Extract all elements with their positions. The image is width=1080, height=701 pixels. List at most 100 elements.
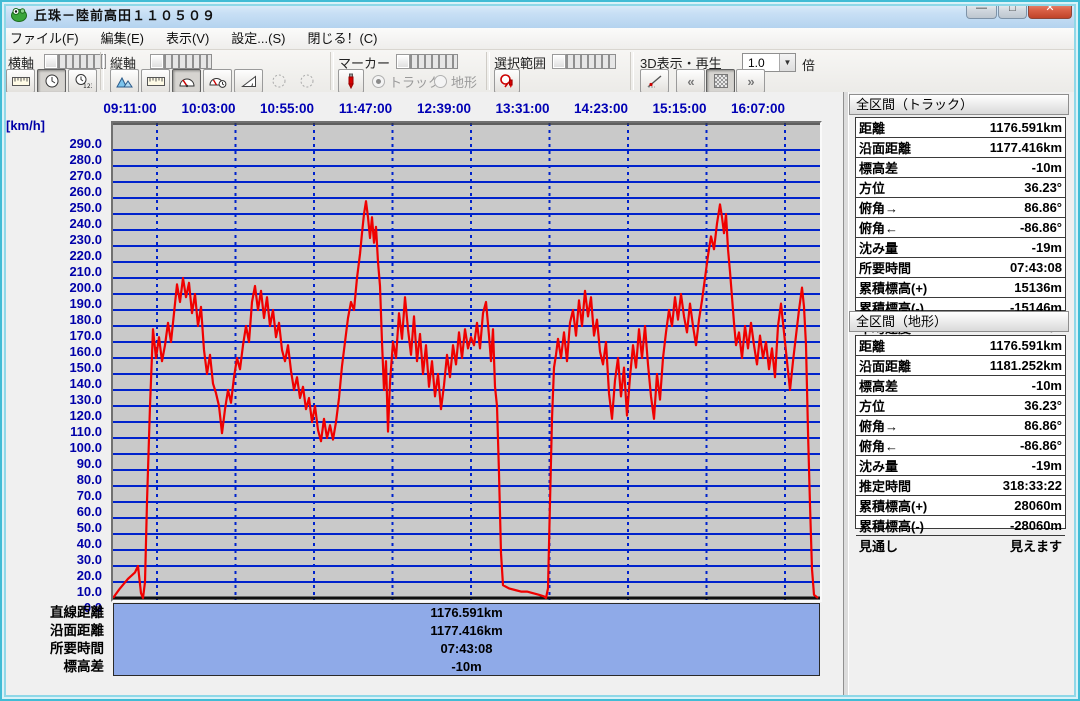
marker-info-label: 標高差 — [0, 658, 108, 676]
stats-value: -10m — [1032, 378, 1062, 393]
y-tick-label: 220.0 — [0, 248, 102, 264]
v-axis-distance-button[interactable] — [141, 69, 170, 93]
playback-speed-value: 1.0 — [743, 56, 779, 70]
dotted-disabled-icon — [299, 73, 315, 89]
stats-row: 標高差-10m — [856, 376, 1065, 396]
menu-item[interactable]: 閉じる！(C) — [307, 31, 377, 46]
menu-item[interactable]: 表示(V) — [166, 31, 209, 46]
speed-chart-frame — [111, 121, 822, 602]
h-axis-slider[interactable] — [44, 54, 106, 69]
toolbar-separator — [630, 52, 634, 90]
close-button[interactable]: ✕ — [1028, 0, 1072, 19]
selection-lasso-button[interactable] — [494, 69, 520, 93]
stats-label: 標高差 — [859, 158, 898, 177]
dropdown-arrow-icon[interactable]: ▼ — [779, 54, 795, 71]
y-tick-label: 140.0 — [0, 376, 102, 392]
dotted-disabled-icon — [271, 73, 287, 89]
stats-label: 距離 — [859, 118, 885, 137]
h-axis-slider-track[interactable] — [58, 54, 106, 69]
v-axis-speed-button[interactable] — [172, 69, 201, 93]
stats-row: 推定時間318:33:22 — [856, 476, 1065, 496]
x-tick-label: 12:39:00 — [399, 101, 489, 116]
y-tick-label: 80.0 — [0, 472, 102, 488]
y-tick-label: 230.0 — [0, 232, 102, 248]
marker-info-label: 直線距離 — [0, 604, 108, 622]
stats-value: 1181.252km — [990, 358, 1062, 373]
y-tick-label: 290.0 — [0, 136, 102, 152]
y-tick-label: 60.0 — [0, 504, 102, 520]
playback-pause-button[interactable] — [706, 69, 735, 93]
y-tick-label: 280.0 — [0, 152, 102, 168]
x-tick-label: 10:55:00 — [242, 101, 332, 116]
ruler-icon — [147, 75, 165, 87]
lasso-pin-icon — [499, 73, 515, 89]
stats-value: 36.23° — [1024, 180, 1062, 195]
h-axis-time-button[interactable] — [37, 69, 66, 93]
toolbar: 横軸 123 縦軸 — [0, 50, 1080, 93]
selection-slider[interactable] — [552, 54, 616, 69]
h-axis-slider-thumb[interactable] — [44, 54, 58, 69]
svg-text:123: 123 — [83, 83, 92, 89]
marker-info-panel: 1176.591km1177.416km07:43:08-10m — [113, 603, 820, 676]
h-axis-point-number-button[interactable]: 123 — [68, 69, 97, 93]
playback-rewind-button[interactable]: « — [676, 69, 705, 93]
marker-radio-terrain[interactable]: 地形 — [434, 72, 477, 91]
marker-slider-thumb[interactable] — [396, 54, 410, 69]
panel-splitter[interactable] — [843, 92, 849, 701]
stats-label: 俯角→ — [859, 416, 898, 435]
section-header-terrain: 全区間（地形） — [849, 311, 1069, 332]
marker-radio-track[interactable]: トラック — [372, 72, 441, 91]
stats-label: 所要時間 — [859, 258, 911, 277]
app-icon[interactable] — [10, 5, 28, 23]
marker-slider[interactable] — [396, 54, 458, 69]
v-axis-slider-thumb[interactable] — [150, 54, 164, 69]
playback-3d-button[interactable] — [640, 69, 669, 93]
title-bar: 丘珠－陸前高田１１０５０９ — □ ✕ — [0, 0, 1080, 29]
track-stats-table: 距離1176.591km沿面距離1177.416km標高差-10m方位36.23… — [855, 117, 1066, 311]
v-axis-extra2-button[interactable] — [296, 71, 318, 91]
y-tick-label: 70.0 — [0, 488, 102, 504]
stats-value: 36.23° — [1024, 398, 1062, 413]
menu-item[interactable]: 設定...(S) — [231, 31, 285, 46]
y-tick-label: 90.0 — [0, 456, 102, 472]
speed-chart[interactable] — [113, 123, 820, 600]
minimize-button[interactable]: — — [966, 0, 997, 19]
selection-slider-track[interactable] — [566, 54, 616, 69]
stats-row: 沈み量-19m — [856, 238, 1065, 258]
x-axis-labels: 09:11:0010:03:0010:55:0011:47:0012:39:00… — [0, 92, 843, 122]
clock-numbers-icon: 123 — [74, 73, 92, 89]
stats-value: 07:43:08 — [1010, 260, 1062, 275]
h-axis-distance-button[interactable] — [6, 69, 35, 93]
stats-row: 沿面距離1181.252km — [856, 356, 1065, 376]
y-tick-label: 190.0 — [0, 296, 102, 312]
speed-line-series — [113, 201, 818, 598]
playback-forward-button[interactable]: » — [736, 69, 765, 93]
stats-row: 方位36.23° — [856, 178, 1065, 198]
rewind-icon: « — [687, 74, 693, 89]
toolbar-separator — [330, 52, 334, 90]
v-axis-slider[interactable] — [150, 54, 212, 69]
y-tick-label: 40.0 — [0, 536, 102, 552]
marker-info-label: 沿面距離 — [0, 622, 108, 640]
stats-label: 俯角← — [859, 218, 898, 237]
v-axis-speed-time-button[interactable] — [203, 69, 232, 93]
v-axis-slider-track[interactable] — [164, 54, 212, 69]
v-axis-extra1-button[interactable] — [268, 71, 290, 91]
v-axis-gradient-button[interactable] — [234, 69, 263, 93]
menu-item[interactable]: 編集(E) — [101, 31, 144, 46]
stats-value: -19m — [1032, 458, 1062, 473]
speedometer-clock-icon — [209, 74, 227, 88]
y-tick-label: 110.0 — [0, 424, 102, 440]
maximize-button[interactable]: □ — [998, 0, 1027, 19]
stats-row: 方位36.23° — [856, 396, 1065, 416]
marker-pen-button[interactable] — [338, 69, 364, 93]
app-window: 丘珠－陸前高田１１０５０９ — □ ✕ ファイル(F) 編集(E) 表示(V) 設定.… — [0, 0, 1080, 701]
y-tick-label: 30.0 — [0, 552, 102, 568]
stats-label: 俯角→ — [859, 198, 898, 217]
menu-item[interactable]: ファイル(F) — [10, 31, 79, 46]
stats-label: 沿面距離 — [859, 138, 911, 157]
stats-value: -86.86° — [1020, 220, 1062, 235]
selection-slider-thumb[interactable] — [552, 54, 566, 69]
v-axis-elevation-button[interactable] — [110, 69, 139, 93]
marker-slider-track[interactable] — [410, 54, 458, 69]
